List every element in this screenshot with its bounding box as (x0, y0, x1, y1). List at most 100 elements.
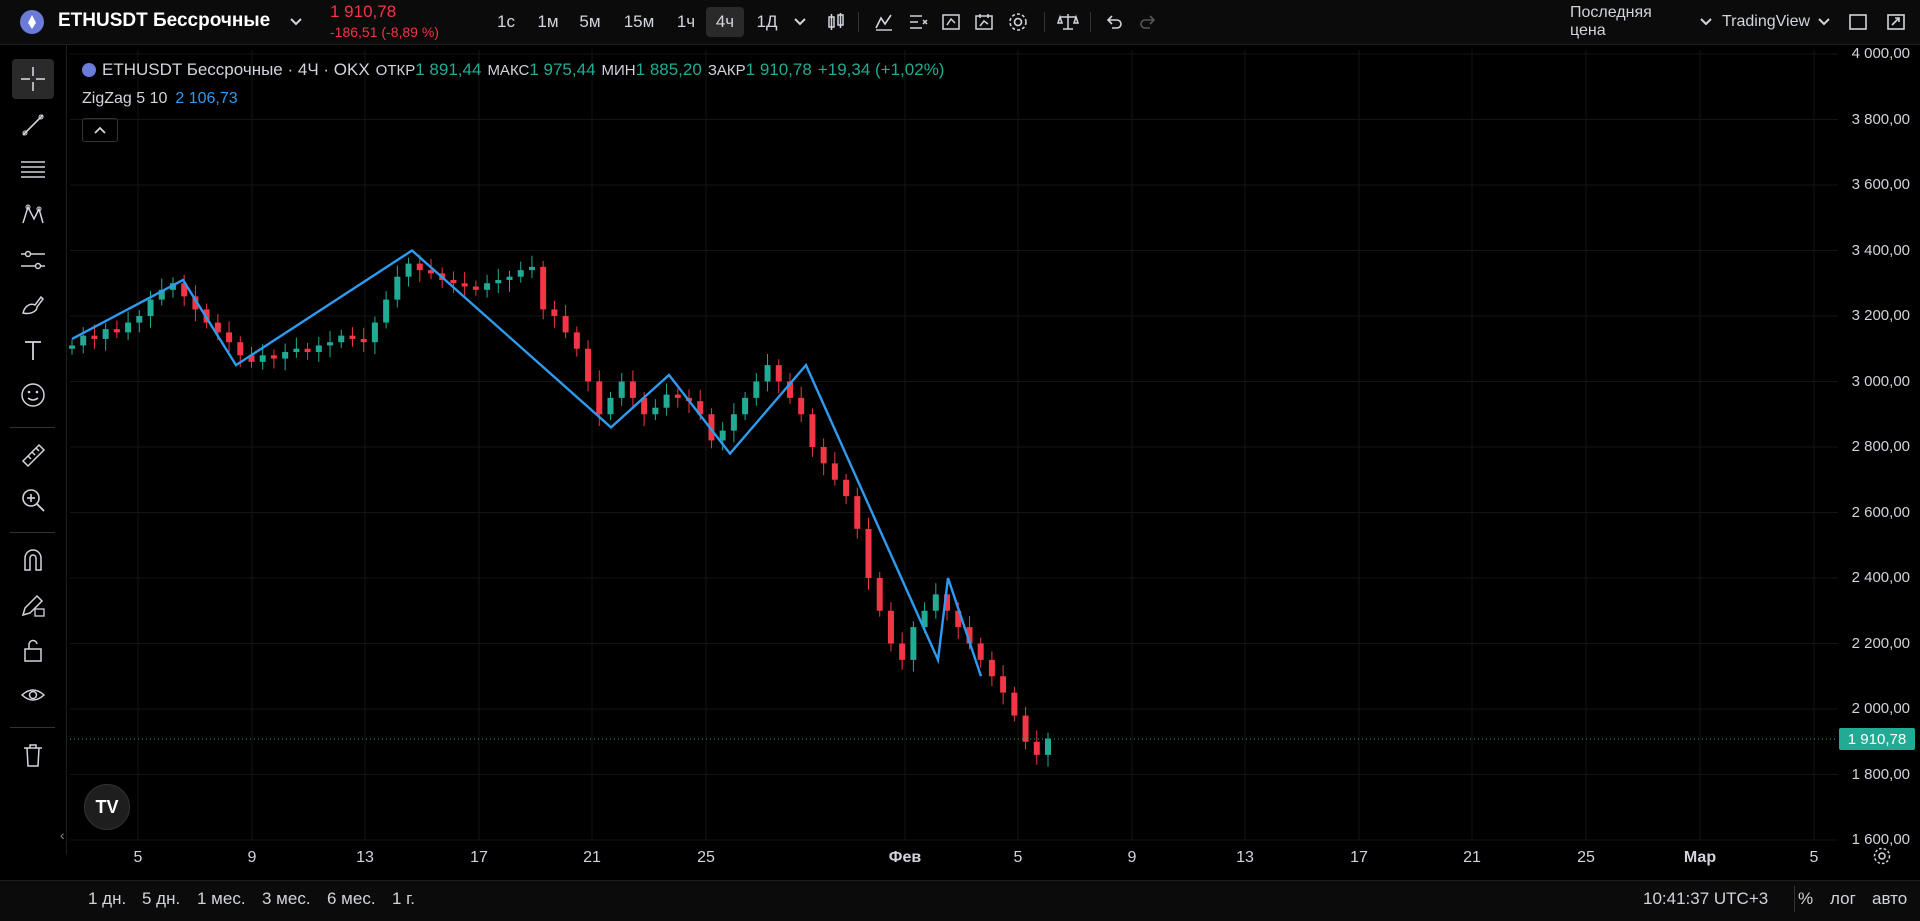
provider-label: TradingView (1722, 13, 1811, 30)
measure-ruler-icon[interactable] (12, 435, 54, 475)
fullscreen-icon[interactable] (1882, 7, 1910, 37)
replay-icon[interactable] (970, 7, 998, 37)
unlock-icon[interactable] (12, 630, 54, 670)
hide-drawings-eye-icon[interactable] (12, 675, 54, 715)
candle-body (484, 283, 491, 290)
candle-body (899, 643, 906, 660)
current-price-tag: 1 910,78 (1839, 728, 1915, 750)
candle-body (338, 335, 345, 343)
collapse-legend-button[interactable] (82, 118, 118, 142)
candle-body (540, 266, 547, 310)
candle-body (1000, 676, 1007, 693)
legend-close-value: 1 910,78 (745, 60, 812, 79)
forecasting-tool-icon[interactable] (12, 240, 54, 280)
collapse-toolbar-chevron-icon[interactable]: ‹ (60, 827, 65, 843)
zigzag-legend[interactable]: ZigZag 5 10 2 106,73 (82, 90, 238, 108)
brush-tool-icon[interactable] (12, 285, 54, 325)
candle-body (843, 479, 850, 497)
legend-low-value: 1 885,20 (635, 60, 702, 79)
layout-window-icon[interactable] (1844, 7, 1872, 37)
range-5d-button[interactable]: 5 дн. (142, 889, 180, 909)
time-axis-label: 5 (1809, 849, 1819, 866)
candle-body (562, 316, 569, 333)
price-axis-label: 3 200,00 (1851, 307, 1910, 324)
tradingview-logo-icon[interactable]: TV (84, 784, 130, 830)
indicator-templates-icon[interactable] (904, 7, 932, 37)
crosshair-tool-icon[interactable] (12, 59, 54, 99)
candles-chart-type-icon[interactable] (822, 7, 850, 37)
trend-line-tool-icon[interactable] (12, 105, 54, 145)
candle-body (427, 270, 434, 274)
price-axis-label: 3 000,00 (1851, 372, 1910, 390)
redo-icon[interactable] (1134, 7, 1162, 37)
lock-drawings-pencil-icon[interactable] (12, 585, 54, 625)
range-1y-button[interactable]: 1 г. (392, 889, 415, 909)
candle-body (775, 365, 782, 382)
price-axis-label: 2 200,00 (1851, 634, 1910, 652)
candle-body (730, 414, 737, 431)
interval-1d[interactable]: 1Д (748, 7, 786, 37)
indicators-icon[interactable] (870, 7, 898, 37)
zigzag-name: ZigZag 5 10 (82, 90, 168, 107)
range-1m-button[interactable]: 1 мес. (197, 889, 246, 909)
interval-1s[interactable]: 1с (490, 7, 522, 37)
candle-body (932, 594, 939, 611)
candle-body (248, 355, 255, 362)
settings-gear-icon[interactable] (1004, 7, 1032, 37)
top-toolbar: ETHUSDT Бессрочные 1 910,78 -186,51 (-8,… (0, 0, 1920, 45)
time-axis-label: 25 (697, 849, 715, 866)
candle-body (641, 397, 648, 415)
candle-body (136, 316, 143, 323)
candle-body (315, 345, 322, 353)
provider-chevron-icon[interactable] (1816, 7, 1832, 37)
interval-5m[interactable]: 5м (572, 7, 608, 37)
candle-body (158, 289, 165, 300)
interval-4h[interactable]: 4ч (706, 7, 744, 37)
fib-retracement-tool-icon[interactable] (12, 150, 54, 190)
price-source-chevron-icon[interactable] (1698, 7, 1714, 37)
zigzag-indicator-line (71, 248, 983, 677)
text-tool-icon[interactable] (12, 330, 54, 370)
legend-title[interactable]: ETHUSDT Бессрочные · 4Ч · OKX (102, 60, 370, 80)
zoom-in-icon[interactable] (12, 480, 54, 520)
axis-settings-gear-icon[interactable] (1872, 846, 1892, 871)
legend-high-value: 1 975,44 (529, 60, 596, 79)
range-3m-button[interactable]: 3 мес. (262, 889, 311, 909)
range-1d-button[interactable]: 1 дн. (88, 889, 126, 909)
chart-grid (70, 50, 1838, 841)
trash-icon[interactable] (12, 735, 54, 775)
price-chart[interactable] (0, 0, 1920, 920)
chevron-up-icon (94, 126, 106, 134)
time-axis-label: 5 (133, 849, 143, 866)
clock-timezone[interactable]: 10:41:37 UTC+3 (1643, 889, 1768, 909)
candle-body (607, 397, 614, 415)
interval-1m[interactable]: 1м (530, 7, 566, 37)
legend-open-value: 1 891,44 (415, 60, 482, 79)
interval-dropdown-icon[interactable] (790, 7, 810, 37)
auto-scale-toggle[interactable]: авто (1872, 889, 1907, 909)
candle-body (820, 447, 827, 464)
percent-scale-toggle[interactable]: % (1798, 889, 1813, 909)
compare-scales-icon[interactable] (1054, 7, 1082, 37)
candle-body (831, 463, 838, 480)
provider-dropdown[interactable]: TradingView (1722, 7, 1818, 37)
emoji-tool-icon[interactable] (12, 375, 54, 415)
symbol-dropdown-chevron-icon[interactable] (284, 7, 308, 37)
price-axis-label: 2 600,00 (1851, 503, 1910, 521)
candle-body (517, 270, 524, 277)
log-scale-toggle[interactable]: лог (1830, 889, 1856, 909)
candle-body (1045, 738, 1051, 755)
candle-body (618, 381, 625, 398)
magnet-icon[interactable] (12, 540, 54, 580)
undo-icon[interactable] (1100, 7, 1128, 37)
alert-icon[interactable] (937, 7, 965, 37)
symbol-name[interactable]: ETHUSDT Бессрочные (58, 10, 270, 32)
interval-15m[interactable]: 15м (616, 7, 662, 37)
range-6m-button[interactable]: 6 мес. (327, 889, 376, 909)
interval-1h[interactable]: 1ч (668, 7, 704, 37)
price-source-dropdown[interactable]: Последняя цена (1570, 4, 1690, 39)
pattern-tool-icon[interactable] (12, 195, 54, 235)
candle-body (652, 407, 659, 415)
candle-body (1022, 715, 1029, 742)
candle-body (910, 627, 917, 660)
